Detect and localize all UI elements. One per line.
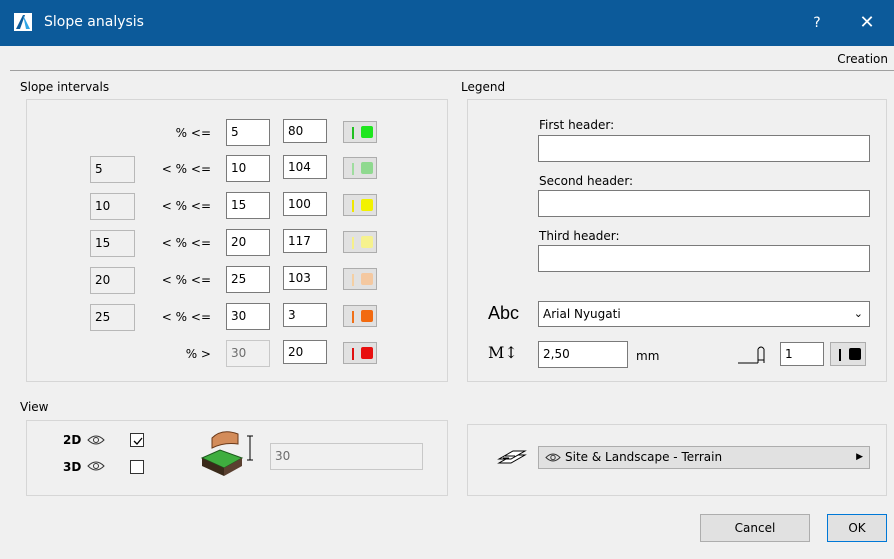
eye-icon xyxy=(87,435,105,445)
slope-upper-bound-input[interactable]: 25 xyxy=(226,266,270,293)
slope-lower-bound: 5 xyxy=(90,156,135,183)
slope-pen-input[interactable]: 3 xyxy=(283,303,327,327)
slope-lower-bound: 15 xyxy=(90,230,135,257)
divider xyxy=(10,70,894,71)
pen-color-swatch xyxy=(849,348,861,360)
slope-pen-input[interactable]: 100 xyxy=(283,192,327,216)
pen-color-swatch xyxy=(361,126,373,138)
pen-color-bar xyxy=(352,274,354,286)
first-header-input[interactable] xyxy=(538,135,870,162)
pen-color-bar xyxy=(352,163,354,175)
font-select-value: Arial Nyugati xyxy=(543,307,621,321)
archicad-logo-icon xyxy=(14,13,32,31)
slope-color-button[interactable] xyxy=(343,231,377,253)
slope-pen-input[interactable]: 104 xyxy=(283,155,327,179)
close-icon[interactable]: ✕ xyxy=(852,11,882,35)
slope-upper-bound-input[interactable]: 30 xyxy=(226,340,270,367)
slope-operator: < % <= xyxy=(161,273,211,287)
slope-upper-bound-input[interactable]: 30 xyxy=(226,303,270,330)
slope-pen-input[interactable]: 20 xyxy=(283,340,327,364)
slope-color-button[interactable] xyxy=(343,305,377,327)
ok-button[interactable]: OK xyxy=(827,514,887,542)
creation-label: Creation xyxy=(837,52,888,66)
slope-color-button[interactable] xyxy=(343,268,377,290)
text-pen-color-button[interactable] xyxy=(830,342,866,366)
slope-lower-bound: 25 xyxy=(90,304,135,331)
slope-lower-bound: 20 xyxy=(90,267,135,294)
eye-icon xyxy=(87,461,105,471)
slope-upper-bound-input[interactable]: 20 xyxy=(226,229,270,256)
slope-operator: % <= xyxy=(175,126,211,140)
slope-operator: % > xyxy=(185,347,211,361)
pen-color-bar xyxy=(352,348,354,360)
pen-color-bar xyxy=(839,349,841,361)
pen-color-swatch xyxy=(361,310,373,322)
pen-color-swatch xyxy=(361,273,373,285)
third-header-label: Third header: xyxy=(539,229,620,243)
cancel-button[interactable]: Cancel xyxy=(700,514,810,542)
slope-pen-input[interactable]: 117 xyxy=(283,229,327,253)
pen-color-bar xyxy=(352,200,354,212)
pen-color-bar xyxy=(352,311,354,323)
2d-checkbox[interactable] xyxy=(130,433,144,447)
terrain-elevation-icon xyxy=(200,431,253,476)
layer-name: Site & Landscape - Terrain xyxy=(565,450,723,464)
pen-color-swatch xyxy=(361,199,373,211)
font-select[interactable]: Arial Nyugati ⌄ xyxy=(538,301,870,327)
chevron-right-icon: ▶ xyxy=(856,452,863,462)
font-icon: Abc xyxy=(488,303,520,323)
chevron-down-icon: ⌄ xyxy=(853,307,863,320)
slope-color-button[interactable] xyxy=(343,194,377,216)
third-header-input[interactable] xyxy=(538,245,870,272)
view-label: View xyxy=(20,400,49,414)
eye-icon xyxy=(545,453,561,462)
3d-checkbox[interactable] xyxy=(130,460,144,474)
pen-color-bar xyxy=(352,127,354,139)
second-header-input[interactable] xyxy=(538,190,870,217)
pen-color-swatch xyxy=(361,236,373,248)
legend-label: Legend xyxy=(461,80,506,94)
second-header-label: Second header: xyxy=(539,174,634,188)
pen-color-swatch xyxy=(361,347,373,359)
pen-icon xyxy=(738,346,765,364)
slope-pen-input[interactable]: 80 xyxy=(283,119,327,143)
text-size-icon: M↕ xyxy=(488,343,518,362)
slope-lower-bound: 10 xyxy=(90,193,135,220)
checkmark-icon xyxy=(133,437,143,445)
text-size-unit: mm xyxy=(636,349,660,363)
text-pen-input[interactable]: 1 xyxy=(780,342,824,366)
layer-icon xyxy=(497,450,527,464)
slope-intervals-label: Slope intervals xyxy=(20,80,110,94)
first-header-label: First header: xyxy=(539,118,615,132)
title-bar: Slope analysis ? ✕ xyxy=(0,0,894,46)
layer-select[interactable]: Site & Landscape - Terrain ▶ xyxy=(538,446,870,469)
slope-upper-bound-input[interactable]: 15 xyxy=(226,192,270,219)
pen-color-swatch xyxy=(361,162,373,174)
slope-upper-bound-input[interactable]: 5 xyxy=(226,119,270,146)
slope-operator: < % <= xyxy=(161,162,211,176)
slope-operator: < % <= xyxy=(161,199,211,213)
text-size-input[interactable]: 2,50 xyxy=(538,341,628,368)
pen-color-bar xyxy=(352,237,354,249)
slope-upper-bound-input[interactable]: 10 xyxy=(226,155,270,182)
slope-operator: < % <= xyxy=(161,310,211,324)
2d-label: 2D xyxy=(63,433,82,447)
slope-pen-input[interactable]: 103 xyxy=(283,266,327,290)
3d-label: 3D xyxy=(63,460,82,474)
elevation-input[interactable]: 30 xyxy=(270,443,423,470)
slope-operator: < % <= xyxy=(161,236,211,250)
help-button[interactable]: ? xyxy=(805,11,829,35)
window-title: Slope analysis xyxy=(44,14,144,30)
slope-color-button[interactable] xyxy=(343,157,377,179)
slope-color-button[interactable] xyxy=(343,342,377,364)
slope-color-button[interactable] xyxy=(343,121,377,143)
